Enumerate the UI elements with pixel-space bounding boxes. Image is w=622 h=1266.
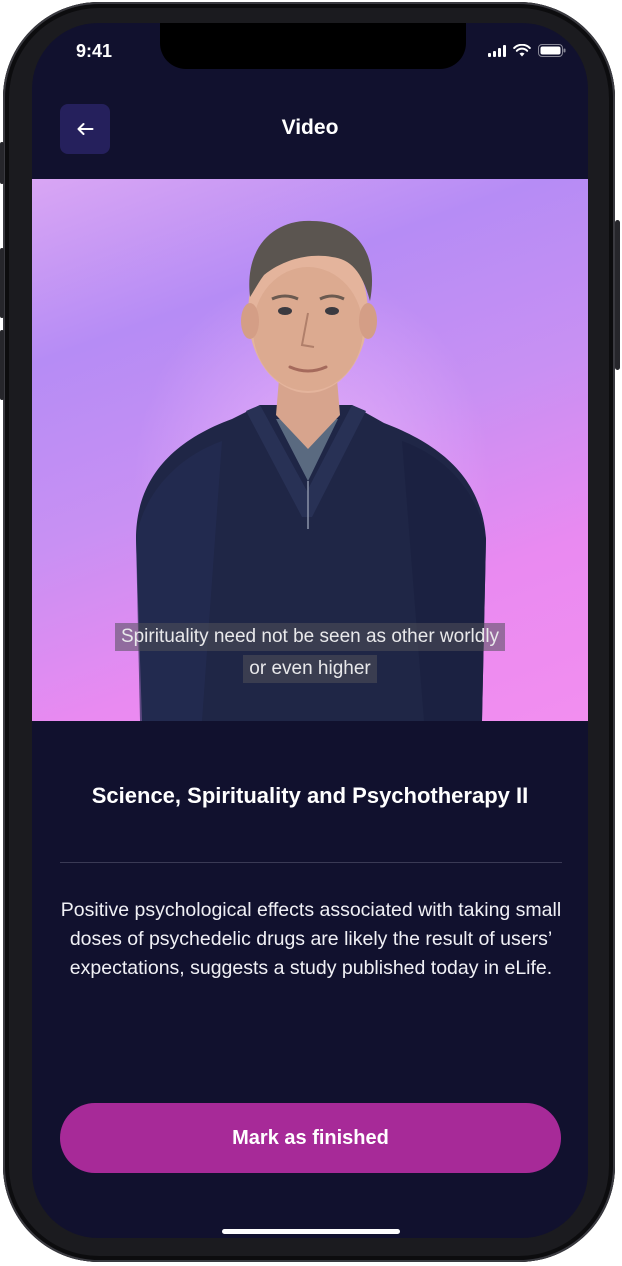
mute-switch <box>0 142 4 184</box>
status-time: 9:41 <box>76 41 113 61</box>
content-description: Positive psychological effects associate… <box>60 899 562 979</box>
video-subtitles: Spirituality need not be seen as other w… <box>32 621 588 685</box>
home-indicator[interactable] <box>222 1229 400 1234</box>
battery-icon <box>538 44 566 57</box>
status-icons <box>488 43 566 57</box>
divider <box>60 862 562 863</box>
subtitle-line: Spirituality need not be seen as other w… <box>114 623 506 651</box>
cellular-signal-icon <box>488 45 506 57</box>
subtitle-line: or even higher <box>243 655 377 683</box>
wifi-icon <box>513 44 531 57</box>
page-title: Video <box>281 116 339 139</box>
notch <box>160 23 466 69</box>
power-button <box>615 220 620 370</box>
screen: 9:41 Video Spirituality need not be seen… <box>32 23 588 1238</box>
volume-up-button <box>0 248 4 318</box>
volume-down-button <box>0 330 4 400</box>
content-title: Science, Spirituality and Psychotherapy … <box>91 783 529 808</box>
mark-as-finished-button[interactable]: Mark as finished <box>60 1103 561 1173</box>
video-player[interactable]: Spirituality need not be seen as other w… <box>32 179 588 721</box>
